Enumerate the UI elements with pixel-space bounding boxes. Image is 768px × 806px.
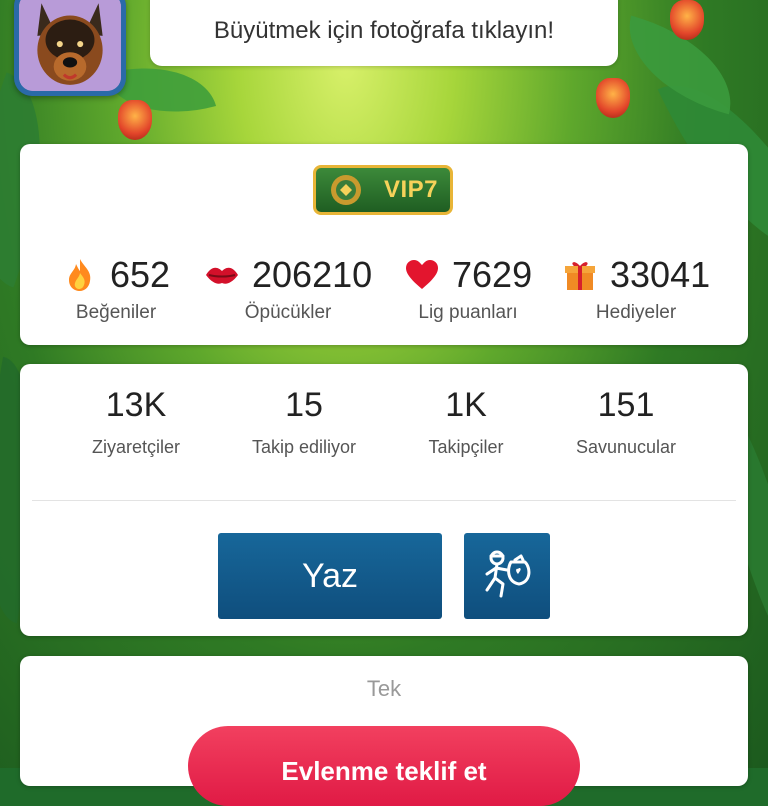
divider: [32, 500, 736, 501]
gifts-value: 33041: [610, 254, 711, 295]
steal-gift-button[interactable]: [464, 533, 550, 619]
dog-photo: [19, 0, 121, 91]
defenders-stat[interactable]: 151 Savunucular: [526, 386, 726, 458]
gifts-stat[interactable]: 33041 Hediyeler: [562, 254, 710, 324]
fire-icon: [62, 257, 98, 293]
vip-badge[interactable]: VIP7: [313, 165, 453, 215]
likes-label: Beğeniler: [75, 302, 157, 323]
defenders-value: 151: [597, 386, 655, 424]
relationship-status: Tek: [366, 676, 402, 701]
relationship-card: Tek Evlenme teklif et: [20, 656, 748, 806]
gifts-label: Hediyeler: [595, 302, 677, 323]
likes-value: 652: [110, 254, 171, 295]
league-points-value: 7629: [452, 254, 533, 295]
likes-stat[interactable]: 652 Beğeniler: [62, 254, 170, 324]
flower-decoration: [596, 78, 630, 118]
heart-icon: [404, 257, 440, 293]
kisses-stat[interactable]: 206210 Öpücükler: [204, 254, 372, 324]
propose-label: Evlenme teklif et: [281, 756, 487, 786]
enlarge-photo-banner[interactable]: Büyütmek için fotoğrafa tıklayın!: [150, 0, 618, 66]
kisses-label: Öpücükler: [244, 302, 332, 323]
kisses-value: 206210: [252, 254, 373, 295]
league-points-stat[interactable]: 7629 Lig puanları: [404, 254, 532, 324]
defenders-label: Savunucular: [575, 437, 677, 457]
gift-icon: [562, 257, 598, 293]
flower-decoration: [118, 100, 152, 140]
propose-button[interactable]: Evlenme teklif et: [188, 726, 580, 806]
write-label: Yaz: [301, 556, 359, 595]
kiss-icon: [204, 257, 240, 293]
social-card: 13K Ziyaretçiler 15 Takip ediliyor 1K Ta…: [20, 364, 748, 636]
flower-decoration: [670, 0, 704, 40]
laurel-emblem-icon: [326, 171, 366, 209]
vip-label: VIP7: [383, 176, 438, 203]
write-message-button[interactable]: Yaz: [218, 533, 442, 619]
banner-text: Büyütmek için fotoğrafa tıklayın!: [213, 17, 555, 44]
stats-card: VIP7 652 Beğeniler 206210 Öpücükler 7629…: [20, 144, 748, 345]
league-points-label: Lig puanları: [418, 302, 518, 323]
thief-with-heart-bag-icon: [479, 546, 535, 607]
avatar[interactable]: [14, 0, 126, 96]
